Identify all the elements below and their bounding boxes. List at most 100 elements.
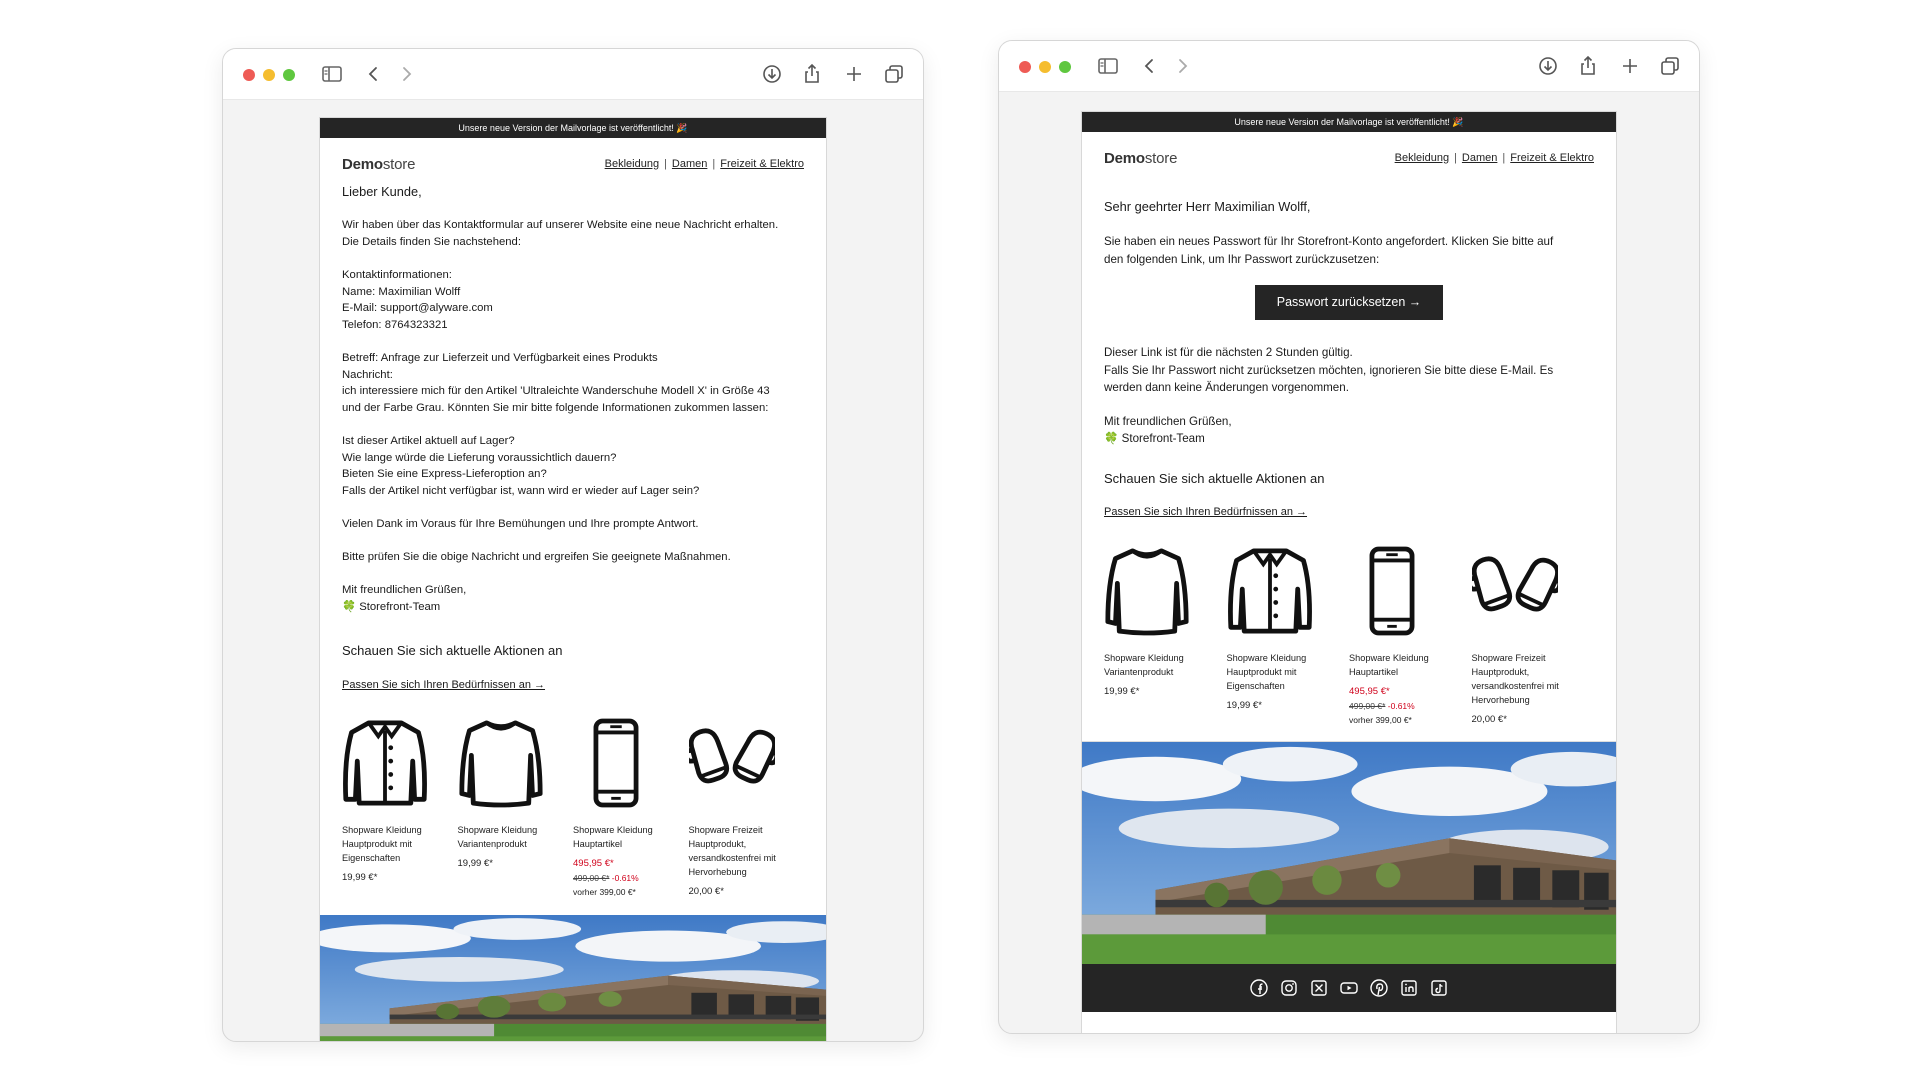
product-price: 19,99 €* xyxy=(1226,700,1262,712)
intro-paragraph: Wir haben über das Kontaktformular auf u… xyxy=(342,219,779,248)
old-price: 499,00 €* xyxy=(1349,701,1386,712)
instagram-icon[interactable] xyxy=(1279,978,1299,998)
social-footer xyxy=(1082,964,1616,1013)
nav-link-damen[interactable]: Damen xyxy=(672,158,707,170)
product-price: 20,00 €* xyxy=(1471,714,1507,726)
nav-link-freizeit-elektro[interactable]: Freizeit & Elektro xyxy=(720,158,804,170)
email-header: Demostore Bekleidung | Damen | Freizeit & El… xyxy=(320,138,826,184)
close-window-button[interactable] xyxy=(1019,61,1031,73)
validity-text: Dieser Link ist für die nächsten 2 Stund… xyxy=(1104,346,1554,395)
store-logo[interactable]: Demostore xyxy=(1104,150,1177,167)
product-card[interactable]: Shopware Kleidung Hauptartikel 495,95 €*… xyxy=(1349,543,1472,727)
tiktok-icon[interactable] xyxy=(1429,978,1449,998)
download-icon[interactable] xyxy=(1537,55,1559,77)
nav-link-bekleidung[interactable]: Bekleidung xyxy=(605,158,659,170)
discount-badge: -0.61% xyxy=(1387,701,1415,712)
questions-block: Ist dieser Artikel aktuell auf Lager? Wie… xyxy=(342,434,700,497)
share-icon[interactable] xyxy=(1577,55,1599,77)
product-card[interactable]: Shopware Freizeit Hauptprodukt, versandk… xyxy=(688,715,805,899)
product-price: 19,99 €* xyxy=(342,872,378,884)
product-card[interactable]: Shopware Kleidung Variantenprodukt 19,99… xyxy=(458,715,574,899)
email-nav: Bekleidung | Damen | Freizeit & Elektro xyxy=(1394,152,1594,164)
promo-link[interactable]: Passen Sie sich Ihren Bedürfnissen an → xyxy=(1104,504,1594,521)
sale-price: 495,95 €* xyxy=(573,858,614,870)
close-window-button[interactable] xyxy=(243,69,255,81)
new-tab-icon[interactable] xyxy=(1619,55,1641,77)
phone-icon xyxy=(573,715,681,811)
reset-password-button[interactable]: Passwort zurücksetzen → xyxy=(1254,284,1444,321)
promo-title: Schauen Sie sich aktuelle Aktionen an xyxy=(1104,470,1325,486)
browser-window-right: Unsere neue Version der Mailvorlage ist … xyxy=(998,40,1700,1034)
email-preview: Unsere neue Version der Mailvorlage ist … xyxy=(319,117,827,1041)
store-logo[interactable]: Demostore xyxy=(342,156,415,173)
thanks-text: Vielen Dank im Voraus für Ihre Bemühunge… xyxy=(342,517,699,530)
product-name: Shopware Freizeit Hauptprodukt, versandk… xyxy=(1471,653,1559,706)
product-card[interactable]: Shopware Kleidung Hauptartikel 495,95 €*… xyxy=(573,715,689,899)
building-photo xyxy=(1082,741,1616,965)
signature: Mit freundlichen Grüßen, 🍀 Storefront-Tea… xyxy=(1104,415,1232,446)
x-icon[interactable] xyxy=(1309,978,1329,998)
zoom-window-button[interactable] xyxy=(1059,61,1071,73)
product-price: 20,00 €* xyxy=(688,886,724,898)
product-card[interactable]: Shopware Kleidung Hauptprodukt mit Eigen… xyxy=(1227,543,1350,727)
intro-paragraph: Sie haben ein neues Passwort für Ihr Sto… xyxy=(1104,235,1554,266)
email-header: Demostore Bekleidung | Damen | Freizeit & El… xyxy=(1082,132,1616,178)
nav-link-bekleidung[interactable]: Bekleidung xyxy=(1395,152,1449,164)
sweater-icon xyxy=(1104,543,1219,639)
product-name: Shopware Kleidung Hauptprodukt mit Eigen… xyxy=(342,825,422,864)
browser-window-left: Unsere neue Version der Mailvorlage ist … xyxy=(222,48,924,1042)
nav-link-freizeit-elektro[interactable]: Freizeit & Elektro xyxy=(1510,152,1594,164)
previous-price: vorher 399,00 €* xyxy=(1349,715,1412,726)
product-list: Shopware Kleidung Hauptprodukt mit Eigen… xyxy=(320,715,826,899)
facebook-icon[interactable] xyxy=(1249,978,1269,998)
sale-price: 495,95 €* xyxy=(1349,686,1390,698)
message-block: Betreff: Anfrage zur Lieferzeit und Verf… xyxy=(342,351,770,414)
sidebar-icon[interactable] xyxy=(321,63,343,85)
forward-icon[interactable] xyxy=(395,63,417,85)
email-body: Sehr geehrter Herr Maximilian Wolff, Sie… xyxy=(1082,198,1616,521)
email-nav: Bekleidung | Damen | Freizeit & Elektro xyxy=(604,158,804,170)
zoom-window-button[interactable] xyxy=(283,69,295,81)
announcement-banner: Unsere neue Version der Mailvorlage ist … xyxy=(1082,112,1616,132)
minimize-window-button[interactable] xyxy=(263,69,275,81)
back-icon[interactable] xyxy=(1139,55,1161,77)
youtube-icon[interactable] xyxy=(1339,978,1359,998)
promo-link[interactable]: Passen Sie sich Ihren Bedürfnissen an → xyxy=(342,677,804,694)
email-body: Lieber Kunde, Wir haben über das Kontakt… xyxy=(320,184,826,693)
product-card[interactable]: Shopware Kleidung Hauptprodukt mit Eigen… xyxy=(342,715,458,899)
linkedin-icon[interactable] xyxy=(1399,978,1419,998)
product-name: Shopware Kleidung Hauptartikel xyxy=(573,825,653,850)
discount-badge: -0.61% xyxy=(611,873,639,884)
jacket-icon xyxy=(1227,543,1342,639)
product-list: Shopware Kleidung Variantenprodukt 19,99… xyxy=(1082,543,1616,727)
mittens-icon xyxy=(1472,543,1587,639)
nav-link-damen[interactable]: Damen xyxy=(1462,152,1497,164)
jacket-icon xyxy=(342,715,450,811)
phone-icon xyxy=(1349,543,1464,639)
tab-overview-icon[interactable] xyxy=(883,63,905,85)
share-icon[interactable] xyxy=(801,63,823,85)
browser-toolbar xyxy=(223,49,923,100)
promo-title: Schauen Sie sich aktuelle Aktionen an xyxy=(342,643,563,659)
tab-overview-icon[interactable] xyxy=(1659,55,1681,77)
product-card[interactable]: Shopware Freizeit Hauptprodukt, versandk… xyxy=(1471,543,1595,727)
product-card[interactable]: Shopware Kleidung Variantenprodukt 19,99… xyxy=(1104,543,1227,727)
sidebar-icon[interactable] xyxy=(1097,55,1119,77)
pinterest-icon[interactable] xyxy=(1369,978,1389,998)
forward-icon[interactable] xyxy=(1171,55,1193,77)
signature: Mit freundlichen Grüßen, 🍀 Storefront-Tea… xyxy=(342,584,467,613)
product-price: 19,99 €* xyxy=(1104,686,1140,698)
back-icon[interactable] xyxy=(363,63,385,85)
download-icon[interactable] xyxy=(761,63,783,85)
announcement-banner: Unsere neue Version der Mailvorlage ist … xyxy=(320,118,826,138)
minimize-window-button[interactable] xyxy=(1039,61,1051,73)
product-name: Shopware Kleidung Hauptprodukt mit Eigen… xyxy=(1226,653,1307,692)
building-photo xyxy=(320,915,826,1041)
action-text: Bitte prüfen Sie die obige Nachricht und… xyxy=(342,551,731,564)
greeting: Lieber Kunde, xyxy=(342,184,422,199)
mittens-icon xyxy=(689,715,797,811)
greeting: Sehr geehrter Herr Maximilian Wolff, xyxy=(1104,199,1311,214)
product-price: 19,99 €* xyxy=(457,858,493,870)
sweater-icon xyxy=(458,715,566,811)
new-tab-icon[interactable] xyxy=(843,63,865,85)
